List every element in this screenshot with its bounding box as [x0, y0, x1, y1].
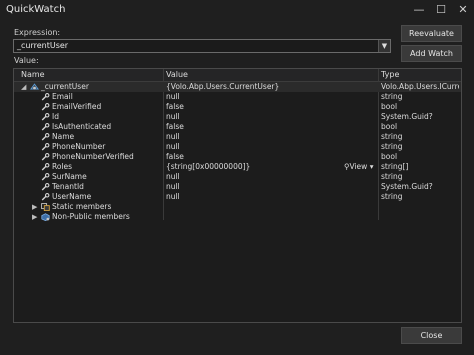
property-wrench-icon [41, 103, 50, 111]
property-wrench-icon [41, 163, 50, 171]
row-name: EmailVerified [52, 102, 102, 111]
row-name: PhoneNumber [52, 142, 106, 151]
row-name: SurName [52, 172, 87, 181]
title-bar: QuickWatch — ☐ ✕ [0, 0, 474, 20]
row-type: System.Guid? [381, 182, 433, 191]
grid-row[interactable]: PhoneNumberVerified false bool [14, 152, 461, 162]
property-wrench-icon [41, 123, 50, 131]
add-watch-button[interactable]: Add Watch [401, 45, 462, 62]
close-button[interactable]: Close [401, 327, 462, 344]
chevron-down-icon: ▾ [367, 162, 374, 171]
row-value[interactable] [166, 212, 341, 222]
grid-row[interactable]: Email null string [14, 92, 461, 102]
column-header-value[interactable]: Value [166, 70, 188, 79]
grid-header: Name Value Type [14, 69, 461, 82]
row-name: TenantId [52, 182, 84, 191]
expression-value[interactable]: _currentUser [17, 41, 68, 50]
text-visualizer-button[interactable]: ⚲View ▾ [344, 162, 373, 172]
non-public-members-icon [41, 213, 50, 222]
expression-input[interactable]: _currentUser ▼ [13, 39, 391, 53]
expression-label: Expression: [14, 28, 61, 37]
grid-row[interactable]: UserName null string [14, 192, 461, 202]
row-name: IsAuthenticated [52, 122, 112, 131]
row-value[interactable]: false [166, 152, 341, 162]
column-header-type[interactable]: Type [381, 70, 399, 79]
row-type [381, 202, 459, 212]
row-type: string [381, 92, 403, 101]
expression-dropdown-icon[interactable]: ▼ [378, 40, 390, 52]
collapse-arrow-icon[interactable]: ◢ [21, 82, 29, 92]
grid-row[interactable]: IsAuthenticated false bool [14, 122, 461, 132]
row-value[interactable]: null [166, 192, 341, 202]
row-type: bool [381, 102, 398, 111]
property-wrench-icon [41, 143, 50, 151]
row-name: Roles [52, 162, 73, 171]
row-type [381, 212, 459, 222]
watch-grid[interactable]: Name Value Type ◢ _currentUser {Volo.Abp.U… [13, 68, 462, 323]
maximize-button[interactable]: ☐ [430, 2, 452, 18]
expand-arrow-icon[interactable]: ▶ [32, 212, 40, 222]
row-type: string [381, 172, 403, 181]
grid-row[interactable]: ▶ Non-Public members [14, 212, 461, 222]
grid-row[interactable]: ▶ Static members [14, 202, 461, 212]
row-value[interactable]: {Volo.Abp.Users.CurrentUser} [166, 82, 341, 92]
grid-row[interactable]: PhoneNumber null string [14, 142, 461, 152]
row-value[interactable]: null [166, 142, 341, 152]
row-name: Non-Public members [52, 212, 130, 221]
grid-row[interactable]: ◢ _currentUser {Volo.Abp.Users.CurrentUser… [14, 82, 461, 92]
property-wrench-icon [41, 93, 50, 101]
grid-row[interactable]: Roles {string[0x00000000]} ⚲View ▾ string[] [14, 162, 461, 172]
row-type: string [381, 132, 403, 141]
property-wrench-icon [41, 153, 50, 161]
expand-arrow-icon[interactable]: ▶ [32, 202, 40, 212]
property-wrench-icon [41, 113, 50, 121]
row-value[interactable]: null [166, 132, 341, 142]
row-value[interactable]: null [166, 172, 341, 182]
grid-row[interactable]: EmailVerified false bool [14, 102, 461, 112]
window-title: QuickWatch [6, 4, 66, 15]
row-value[interactable]: false [166, 102, 341, 112]
row-type: string[] [381, 162, 409, 171]
row-name: PhoneNumberVerified [52, 152, 134, 161]
grid-row[interactable]: Name null string [14, 132, 461, 142]
row-name: Email [52, 92, 73, 101]
value-label: Value: [14, 56, 39, 65]
static-members-icon [41, 203, 50, 212]
row-value[interactable]: null [166, 182, 341, 192]
row-type: string [381, 192, 403, 201]
row-name: Static members [52, 202, 112, 211]
row-value[interactable] [166, 202, 341, 212]
reevaluate-button[interactable]: Reevaluate [401, 25, 462, 42]
grid-row[interactable]: SurName null string [14, 172, 461, 182]
row-value[interactable]: false [166, 122, 341, 132]
row-name: UserName [52, 192, 92, 201]
view-label: View [349, 162, 368, 171]
row-name: _currentUser [41, 82, 89, 91]
property-wrench-icon [41, 183, 50, 191]
row-type: Volo.Abp.Users.ICurre [381, 82, 459, 91]
row-name: Name [52, 132, 75, 141]
minimize-button[interactable]: — [408, 2, 430, 18]
row-name: Id [52, 112, 59, 121]
row-value[interactable]: null [166, 112, 341, 122]
column-header-name[interactable]: Name [21, 70, 45, 79]
property-wrench-icon [41, 173, 50, 181]
row-value[interactable]: null [166, 92, 341, 102]
object-icon [30, 83, 39, 91]
row-value[interactable]: {string[0x00000000]} [166, 162, 341, 172]
close-window-button[interactable]: ✕ [452, 2, 474, 18]
grid-row[interactable]: Id null System.Guid? [14, 112, 461, 122]
property-wrench-icon [41, 193, 50, 201]
grid-row[interactable]: TenantId null System.Guid? [14, 182, 461, 192]
row-type: string [381, 142, 403, 151]
property-wrench-icon [41, 133, 50, 141]
row-type: bool [381, 152, 398, 161]
row-type: System.Guid? [381, 112, 433, 121]
row-type: bool [381, 122, 398, 131]
